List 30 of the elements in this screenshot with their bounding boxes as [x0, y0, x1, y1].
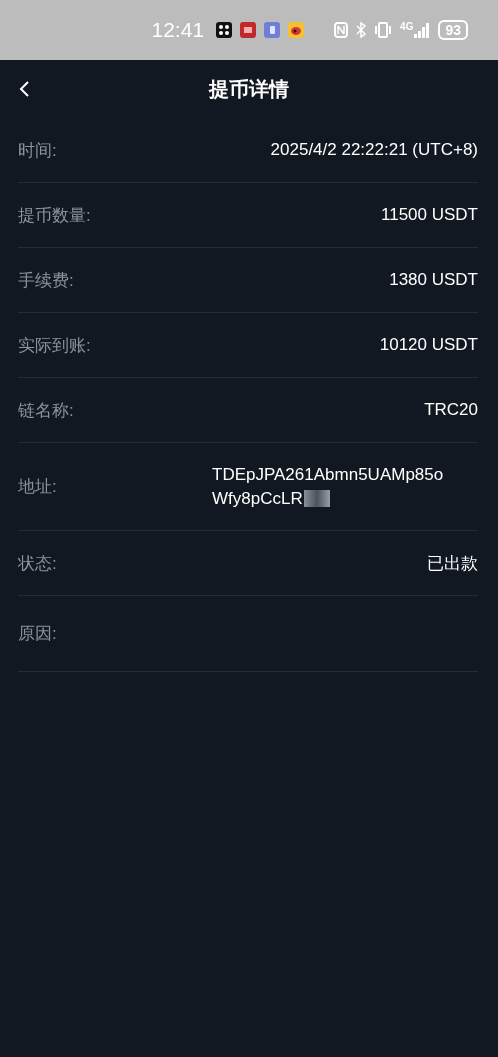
app-icon	[240, 22, 257, 38]
address-line: Wfy8pCcLR	[212, 487, 303, 510]
field-label: 手续费:	[18, 269, 74, 292]
field-label: 时间:	[18, 139, 57, 162]
app-icon	[264, 22, 281, 38]
field-value: 11500 USDT	[381, 205, 478, 225]
field-value: 已出款	[427, 552, 478, 575]
page-title: 提币详情	[209, 76, 289, 102]
signal-icon	[414, 22, 431, 38]
field-label: 实际到账:	[18, 334, 91, 357]
redaction-blur	[303, 490, 330, 507]
app-icon	[288, 22, 305, 38]
back-icon	[18, 79, 30, 99]
field-label: 状态:	[18, 552, 57, 575]
battery-indicator: 93	[438, 20, 468, 40]
nfc-icon	[334, 22, 349, 38]
field-value: TRC20	[424, 400, 478, 420]
address-line: TDEpJPA261Abmn5UAMp85o	[212, 463, 444, 486]
field-label: 链名称:	[18, 399, 74, 422]
field-value: 10120 USDT	[379, 335, 478, 355]
bluetooth-icon	[356, 22, 367, 38]
field-label: 地址:	[18, 476, 57, 498]
field-value: 2025/4/2 22:22:21 (UTC+8)	[270, 140, 478, 160]
clock: 12:41	[151, 18, 205, 42]
app-icon	[216, 22, 233, 38]
network-label: 4G	[400, 22, 414, 32]
field-label: 原因:	[18, 623, 57, 645]
vibrate-icon	[374, 22, 393, 38]
field-value: 1380 USDT	[389, 270, 478, 290]
field-label: 提币数量:	[18, 204, 91, 227]
